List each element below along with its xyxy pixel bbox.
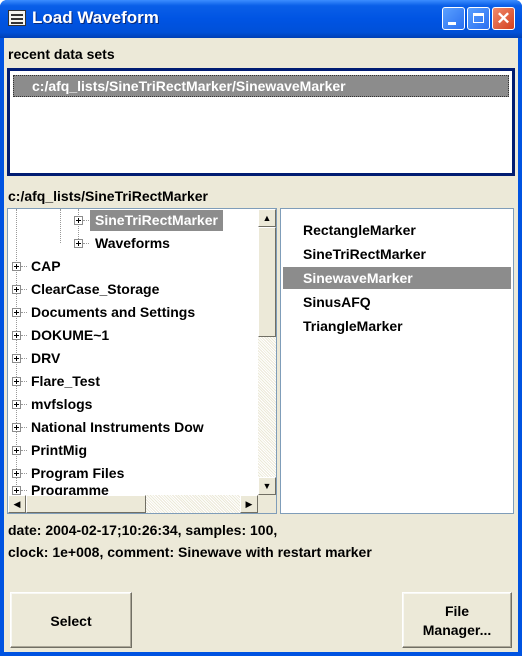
arrow-down-icon: ▼	[262, 481, 272, 491]
tree-item-label: DOKUME~1	[31, 327, 110, 343]
tree-connector	[21, 490, 27, 491]
tree-item-label: ClearCase_Storage	[31, 281, 160, 297]
arrow-left-icon: ◀	[13, 499, 21, 509]
expand-plus-icon[interactable]	[12, 400, 21, 409]
tree-item-drv[interactable]: DRV	[12, 347, 65, 370]
tree-item-national-instruments[interactable]: National Instruments Dow	[12, 416, 209, 439]
expand-plus-icon[interactable]	[74, 216, 83, 225]
scroll-left-button[interactable]: ◀	[8, 495, 26, 513]
scroll-right-button[interactable]: ▶	[240, 495, 258, 513]
horizontal-scroll-thumb[interactable]	[26, 495, 146, 513]
tree-item-label: National Instruments Dow	[31, 419, 204, 435]
tree-connector	[21, 312, 27, 313]
expand-plus-icon[interactable]	[12, 331, 21, 340]
expand-plus-icon[interactable]	[12, 469, 21, 478]
file-item-sinewavemarker[interactable]: SinewaveMarker	[283, 267, 511, 289]
recent-data-sets-label: recent data sets	[8, 46, 115, 62]
tree-item-waveforms[interactable]: Waveforms	[72, 232, 175, 255]
file-manager-label-line2: Manager...	[422, 622, 492, 638]
expand-plus-icon[interactable]	[12, 308, 21, 317]
tree-connector	[21, 289, 27, 290]
scrollbar-corner	[258, 495, 276, 513]
tree-connector	[21, 404, 27, 405]
tree-connector	[21, 266, 27, 267]
file-item-sinetrirectmarker[interactable]: SineTriRectMarker	[283, 243, 511, 265]
tree-item-label: Flare_Test	[31, 373, 100, 389]
current-path-label: c:/afq_lists/SineTriRectMarker	[8, 188, 208, 204]
tree-item-label: mvfslogs	[31, 396, 93, 412]
waveform-info-line-1: date: 2004-02-17;10:26:34, samples: 100,	[8, 522, 278, 538]
tree-item-cap[interactable]: CAP	[12, 255, 66, 278]
tree-item-documents-and-settings[interactable]: Documents and Settings	[12, 301, 200, 324]
tree-connector	[83, 220, 89, 221]
expand-plus-icon[interactable]	[12, 486, 21, 495]
tree-item-sinetrirectmarker[interactable]: SineTriRectMarker	[72, 209, 223, 232]
file-item-trianglemarker[interactable]: TriangleMarker	[283, 315, 511, 337]
minimize-icon	[448, 22, 456, 25]
scroll-up-button[interactable]: ▲	[258, 209, 276, 227]
file-manager-button[interactable]: File Manager...	[402, 592, 512, 648]
tree-item-label: Waveforms	[95, 235, 170, 251]
tree-item-label: DRV	[31, 350, 61, 366]
tree-connector	[21, 473, 27, 474]
arrow-right-icon: ▶	[245, 499, 253, 509]
tree-item-flare-test[interactable]: Flare_Test	[12, 370, 105, 393]
expand-plus-icon[interactable]	[12, 262, 21, 271]
grid-app-icon	[8, 10, 26, 26]
file-manager-label-line1: File	[444, 603, 470, 619]
tree-connector	[83, 243, 89, 244]
expand-plus-icon[interactable]	[12, 423, 21, 432]
expand-plus-icon[interactable]	[12, 354, 21, 363]
recent-item[interactable]: c:/afq_lists/SineTriRectMarker/SinewaveM…	[13, 75, 509, 97]
tree-horizontal-scrollbar[interactable]: ◀ ▶	[8, 495, 258, 513]
expand-plus-icon[interactable]	[12, 377, 21, 386]
vertical-scroll-track[interactable]	[258, 337, 276, 477]
expand-plus-icon[interactable]	[12, 285, 21, 294]
vertical-scroll-thumb[interactable]	[258, 227, 276, 337]
file-item-rectanglemarker[interactable]: RectangleMarker	[283, 219, 511, 241]
window-title: Load Waveform	[32, 8, 159, 27]
file-item-sinusafq[interactable]: SinusAFQ	[283, 291, 511, 313]
scroll-down-button[interactable]: ▼	[258, 477, 276, 495]
tree-connector	[21, 427, 27, 428]
tree-connector	[21, 381, 27, 382]
tree-connector	[21, 450, 27, 451]
tree-item-label: SineTriRectMarker	[90, 210, 223, 231]
title-bar[interactable]: Load Waveform ✕	[0, 0, 522, 38]
tree-item-mvfslogs[interactable]: mvfslogs	[12, 393, 97, 416]
expand-plus-icon[interactable]	[12, 446, 21, 455]
maximize-button[interactable]	[467, 7, 490, 30]
tree-connector	[21, 335, 27, 336]
tree-connector	[21, 358, 27, 359]
file-list[interactable]: RectangleMarker SineTriRectMarker Sinewa…	[280, 208, 514, 514]
waveform-info-line-2: clock: 1e+008, comment: Sinewave with re…	[8, 544, 372, 560]
dialog-body: recent data sets c:/afq_lists/SineTriRec…	[4, 38, 518, 652]
tree-vertical-scrollbar[interactable]: ▲ ▼	[258, 209, 276, 495]
recent-data-sets-list[interactable]: c:/afq_lists/SineTriRectMarker/SinewaveM…	[7, 68, 515, 176]
select-button[interactable]: Select	[10, 592, 132, 648]
minimize-button[interactable]	[442, 7, 465, 30]
maximize-icon	[473, 13, 484, 23]
tree-item-label: PrintMig	[31, 442, 87, 458]
tree-item-label: CAP	[31, 258, 61, 274]
tree-item-printmig[interactable]: PrintMig	[12, 439, 92, 462]
directory-tree[interactable]: SineTriRectMarker Waveforms CAP ClearCas…	[7, 208, 277, 514]
expand-plus-icon[interactable]	[74, 239, 83, 248]
arrow-up-icon: ▲	[262, 213, 272, 223]
tree-item-label: Documents and Settings	[31, 304, 196, 320]
tree-guide-line	[60, 209, 61, 243]
horizontal-scroll-track[interactable]	[146, 495, 240, 513]
load-waveform-window: Load Waveform ✕ recent data sets c:/afq_…	[0, 0, 522, 656]
close-button[interactable]: ✕	[492, 7, 515, 30]
tree-item-clearcase-storage[interactable]: ClearCase_Storage	[12, 278, 164, 301]
tree-item-dokume[interactable]: DOKUME~1	[12, 324, 114, 347]
close-icon: ✕	[496, 9, 511, 28]
